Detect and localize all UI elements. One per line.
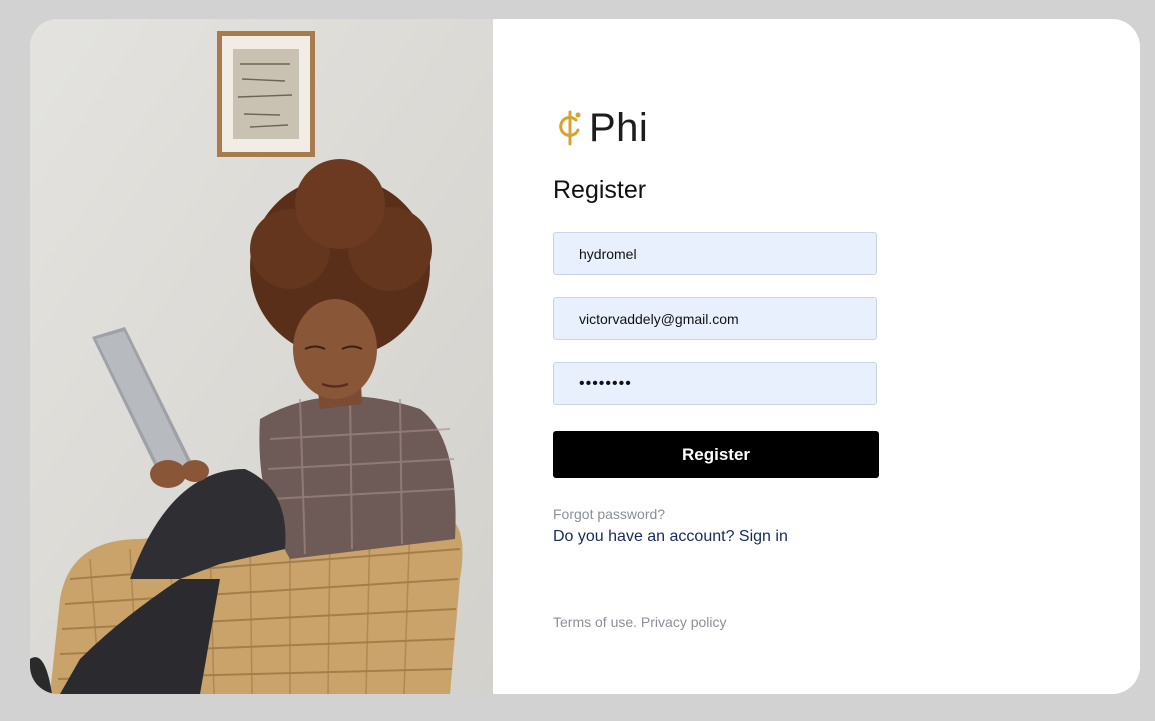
account-prompt-text: Do you have an account? [553, 528, 735, 545]
footer-links: Terms of use. Privacy policy [553, 614, 727, 630]
signin-prompt: Do you have an account? Sign in [553, 528, 788, 546]
form-panel: Phi Register Register Forgot password? D… [493, 19, 1140, 694]
sign-in-link[interactable]: Sign in [739, 528, 788, 545]
register-button[interactable]: Register [553, 431, 879, 478]
phi-logo-icon [559, 110, 581, 146]
email-input[interactable] [553, 297, 877, 340]
woman-with-tablet-illustration [30, 19, 493, 694]
hero-photo [30, 19, 493, 694]
forgot-password-link[interactable]: Forgot password? [553, 506, 665, 522]
brand-name: Phi [589, 106, 649, 150]
terms-link[interactable]: Terms of use. [553, 614, 637, 630]
username-input[interactable] [553, 232, 877, 275]
page-title: Register [553, 176, 647, 204]
privacy-link[interactable]: Privacy policy [641, 614, 727, 630]
brand-logo[interactable]: Phi [557, 107, 648, 149]
password-input[interactable] [553, 362, 877, 405]
register-card: Phi Register Register Forgot password? D… [30, 19, 1140, 694]
